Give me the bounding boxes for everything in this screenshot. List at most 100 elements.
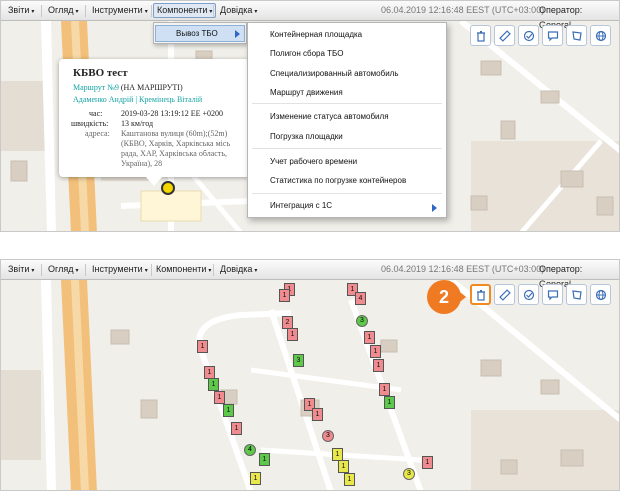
container-marker[interactable]: 1 (338, 460, 349, 473)
container-marker[interactable]: 1 (259, 453, 270, 466)
submenu-item-work-time[interactable]: Учет рабочего времени (270, 157, 357, 166)
submenu-item-vehicle-status[interactable]: Изменение статуса автомобиля (270, 112, 389, 121)
submenu-item-1c-integration[interactable]: Интеграция с 1С (270, 201, 332, 210)
submenu-divider (252, 193, 442, 194)
address-line: Україна), 28 (121, 159, 163, 168)
route-status: (НА МАРШРУТІ) (120, 83, 183, 92)
top-screenshot-panel: Звіти ▾ Огляд ▾ Інструменти ▾ Компоненти ▾ Д… (0, 0, 620, 232)
trash-icon[interactable] (470, 284, 491, 305)
comment-icon[interactable] (542, 25, 563, 46)
container-marker[interactable]: 1 (373, 359, 384, 372)
submenu-item-route[interactable]: Маршрут движения (270, 88, 343, 97)
container-marker[interactable]: 1 (287, 328, 298, 341)
vehicle-marker-icon[interactable] (161, 181, 175, 195)
menubar-top: Звіти ▾ Огляд ▾ Інструменти ▾ Компоненти ▾ Д… (1, 1, 619, 30)
container-marker[interactable]: 1 (384, 396, 395, 409)
menubar-bottom: Звіти ▾ Огляд ▾ Інструменти ▾ Компоненти ▾ Д… (1, 260, 619, 289)
submenu-arrow-icon (432, 204, 437, 212)
operator-menu[interactable]: Оператор: General▾ (539, 262, 619, 289)
address-line: (КБВО, Харків, Харківська місь (121, 139, 231, 148)
container-marker[interactable]: 1 (422, 456, 433, 469)
trash-icon[interactable] (470, 25, 491, 46)
address-line: рада, ХАР, Харківська область, (121, 149, 227, 158)
bottom-screenshot-panel: 1 1 1 4 3 2 1 3 1 1 1 1 1 1 1 1 1 1 1 1 … (0, 259, 620, 491)
map-toolbar-top (470, 25, 611, 46)
container-marker[interactable]: 1 (312, 408, 323, 421)
submenu-item-container-site[interactable]: Контейнерная площадка (270, 30, 362, 39)
ruler-icon[interactable] (494, 284, 515, 305)
address-label: адреса: (85, 129, 110, 138)
route-link[interactable]: Маршрут №9 (73, 83, 119, 92)
popup-title: КБВО тест (73, 67, 128, 79)
menu-view[interactable]: Огляд ▾ (45, 3, 81, 18)
vehicle-info-popup: КБВО тест Маршрут №9 (НА МАРШРУТІ) Адаме… (59, 59, 251, 186)
container-marker[interactable]: 1 (279, 289, 290, 302)
container-marker[interactable]: 4 (355, 292, 366, 305)
container-cluster-marker[interactable]: 3 (322, 430, 334, 442)
container-marker[interactable]: 1 (370, 345, 381, 358)
menu-divider (151, 264, 152, 276)
menu-view[interactable]: Огляд ▾ (45, 262, 81, 277)
submenu-item-site-loading[interactable]: Погрузка площадки (270, 132, 343, 141)
menu-divider (41, 264, 42, 276)
polygon-icon[interactable] (566, 284, 587, 305)
container-marker[interactable]: 1 (231, 422, 242, 435)
menu-tools[interactable]: Інструменти ▾ (89, 3, 151, 18)
operator-menu[interactable]: Оператор: General▾ (539, 3, 619, 30)
menu-components[interactable]: Компоненти ▾ (153, 3, 217, 18)
ruler-icon[interactable] (494, 25, 515, 46)
container-cluster-marker[interactable]: 3 (403, 468, 415, 480)
menu-tools[interactable]: Інструменти ▾ (89, 262, 151, 277)
time-value: 2019-03-28 13:19:12 EE +0200 (121, 109, 224, 118)
menu-divider (41, 5, 42, 17)
menu-help[interactable]: Довідка ▾ (217, 262, 260, 277)
container-marker[interactable]: 1 (344, 473, 355, 486)
container-marker[interactable]: 1 (250, 472, 261, 485)
submenu-item-landfill[interactable]: Полигон сбора ТБО (270, 49, 343, 58)
address-line: Каштанова вулиця (60m);(52m) (121, 129, 228, 138)
menu-reports[interactable]: Звіти ▾ (5, 3, 37, 18)
check-icon[interactable] (518, 284, 539, 305)
container-marker[interactable]: 3 (293, 354, 304, 367)
callout-pointer (456, 289, 466, 305)
container-marker[interactable]: 1 (364, 331, 375, 344)
menu-divider (213, 264, 214, 276)
menu-divider (151, 5, 152, 17)
container-marker[interactable]: 1 (379, 383, 390, 396)
submenu-divider (252, 148, 442, 149)
container-marker[interactable]: 1 (223, 404, 234, 417)
time-label: час: (89, 109, 103, 118)
globe-icon[interactable] (590, 25, 611, 46)
container-marker[interactable]: 1 (208, 378, 219, 391)
container-cluster-marker[interactable]: 3 (356, 315, 368, 327)
container-marker[interactable]: 1 (214, 391, 225, 404)
menu-divider (213, 5, 214, 17)
menu-reports[interactable]: Звіти ▾ (5, 262, 37, 277)
submenu-item-special-vehicle[interactable]: Специализированный автомобиль (270, 69, 399, 78)
popup-pointer (145, 176, 163, 186)
datetime-display: 06.04.2019 12:16:48 EEST (UTC+03:00) (381, 5, 545, 15)
menu-components[interactable]: Компоненти ▾ (153, 262, 214, 277)
map-background (1, 280, 619, 490)
polygon-icon[interactable] (566, 25, 587, 46)
menu-divider (85, 5, 86, 17)
components-menu: Вывоз ТБО (153, 22, 247, 44)
container-cluster-marker[interactable]: 4 (244, 444, 256, 456)
submenu-item-loading-stats[interactable]: Статистика по погрузке контейнеров (270, 176, 406, 185)
speed-label: швидкість: (71, 119, 109, 128)
map-view-bottom[interactable]: 1 1 1 4 3 2 1 3 1 1 1 1 1 1 1 1 1 1 1 1 … (1, 280, 619, 490)
menu-help[interactable]: Довідка ▾ (217, 3, 260, 18)
menu-item-waste-removal[interactable]: Вывоз ТБО (155, 25, 245, 42)
submenu-divider (252, 103, 442, 104)
menu-divider (85, 264, 86, 276)
drivers-link[interactable]: Адаменко Андрій | Кремінець Віталій (73, 95, 202, 104)
speed-value: 13 км/год (121, 119, 154, 128)
check-icon[interactable] (518, 25, 539, 46)
map-toolbar-bottom (470, 284, 611, 305)
comment-icon[interactable] (542, 284, 563, 305)
submenu-arrow-icon (235, 30, 240, 38)
popup-route-line: Маршрут №9 (НА МАРШРУТІ) (73, 83, 183, 92)
datetime-display: 06.04.2019 12:16:48 EEST (UTC+03:00) (381, 264, 545, 274)
container-marker[interactable]: 1 (197, 340, 208, 353)
globe-icon[interactable] (590, 284, 611, 305)
